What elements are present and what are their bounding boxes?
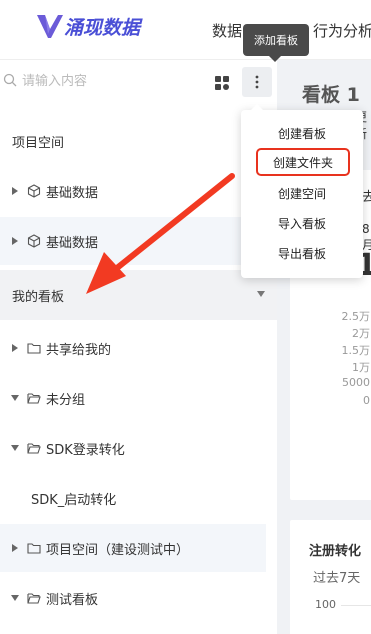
- y-tick: 2.5万: [341, 310, 371, 323]
- folder-icon: [27, 543, 41, 554]
- tooltip: 添加看板: [243, 24, 309, 62]
- tooltip-text: 添加看板: [254, 34, 298, 47]
- logo[interactable]: 涌现数据: [36, 12, 140, 40]
- folder-open-icon: [27, 593, 41, 604]
- menu-item-export-board[interactable]: 导出看板: [241, 239, 363, 267]
- caret-right-icon[interactable]: [12, 544, 18, 552]
- section-my-boards[interactable]: 我的看板: [0, 270, 277, 320]
- caret-down-icon[interactable]: [11, 395, 19, 401]
- project-item[interactable]: 基础数据: [0, 167, 266, 215]
- search-bar: [0, 60, 277, 104]
- menu-item-create-space[interactable]: 创建空间: [241, 179, 363, 207]
- folder-label: 共享给我的: [46, 342, 112, 358]
- folder-label: SDK登录转化: [46, 442, 125, 458]
- folder-item[interactable]: 共享给我的: [0, 324, 266, 372]
- project-item-label: 基础数据: [46, 185, 99, 201]
- more-options-button[interactable]: [242, 67, 272, 97]
- nav-data[interactable]: 数据: [212, 20, 242, 41]
- board-title: 看板 1: [302, 84, 360, 106]
- y-tick: 1万: [352, 361, 370, 374]
- conversion-card-title: 注册转化: [309, 544, 362, 559]
- folder-open-icon: [27, 443, 41, 454]
- folder-item[interactable]: 项目空间（建设测试中）: [0, 524, 266, 572]
- chevron-down-icon: [257, 291, 265, 297]
- caret-right-icon[interactable]: [12, 187, 18, 195]
- board-label: SDK_启动转化: [31, 492, 117, 508]
- card-date-text: 去: [362, 190, 371, 205]
- search-icon: [3, 73, 17, 87]
- caret-right-icon[interactable]: [12, 237, 18, 245]
- cube-icon: [27, 184, 41, 198]
- caret-right-icon[interactable]: [12, 344, 18, 352]
- section-project-space[interactable]: 项目空间: [0, 116, 277, 166]
- menu-item-import-board[interactable]: 导入看板: [241, 209, 363, 237]
- section-label: 我的看板: [12, 289, 65, 305]
- menu-item-create-board[interactable]: 创建看板: [241, 119, 363, 147]
- folder-label: 项目空间（建设测试中）: [46, 542, 190, 558]
- logo-v-icon: [37, 15, 63, 38]
- top-bar: 涌现数据 数据 行为分析: [0, 0, 371, 60]
- logo-text: 涌现数据: [64, 16, 141, 39]
- add-board-menu: 创建看板 创建文件夹 创建空间 导入看板 导出看板: [241, 104, 363, 278]
- folder-label: 未分组: [46, 392, 86, 408]
- project-item[interactable]: 基础数据: [0, 217, 266, 265]
- board-item[interactable]: SDK_启动转化: [0, 474, 266, 522]
- y-tick: 0: [363, 394, 370, 407]
- folder-label: 测试看板: [46, 592, 99, 608]
- gridline: [341, 605, 371, 606]
- caret-down-icon[interactable]: [11, 595, 19, 601]
- folder-item[interactable]: 未分组: [0, 374, 266, 422]
- grid-view-icon[interactable]: [215, 76, 229, 90]
- cube-icon: [27, 234, 41, 248]
- project-item-label: 基础数据: [46, 235, 99, 251]
- folder-open-icon: [27, 393, 41, 404]
- conversion-card-subtitle: 过去7天: [313, 571, 361, 586]
- caret-down-icon[interactable]: [11, 445, 19, 451]
- y-tick: 5000: [342, 376, 370, 389]
- section-label: 项目空间: [12, 135, 65, 151]
- y-tick: 1.5万: [341, 344, 371, 357]
- menu-item-create-folder[interactable]: 创建文件夹: [256, 148, 350, 176]
- y-tick: 100: [315, 598, 336, 611]
- search-input[interactable]: [22, 70, 202, 92]
- nav-behavior-analysis[interactable]: 行为分析: [313, 20, 371, 41]
- more-vertical-icon: [255, 75, 259, 89]
- folder-item[interactable]: 测试看板: [0, 574, 266, 622]
- folder-item[interactable]: SDK登录转化: [0, 424, 266, 472]
- y-tick: 2万: [352, 327, 370, 340]
- folder-icon: [27, 343, 41, 354]
